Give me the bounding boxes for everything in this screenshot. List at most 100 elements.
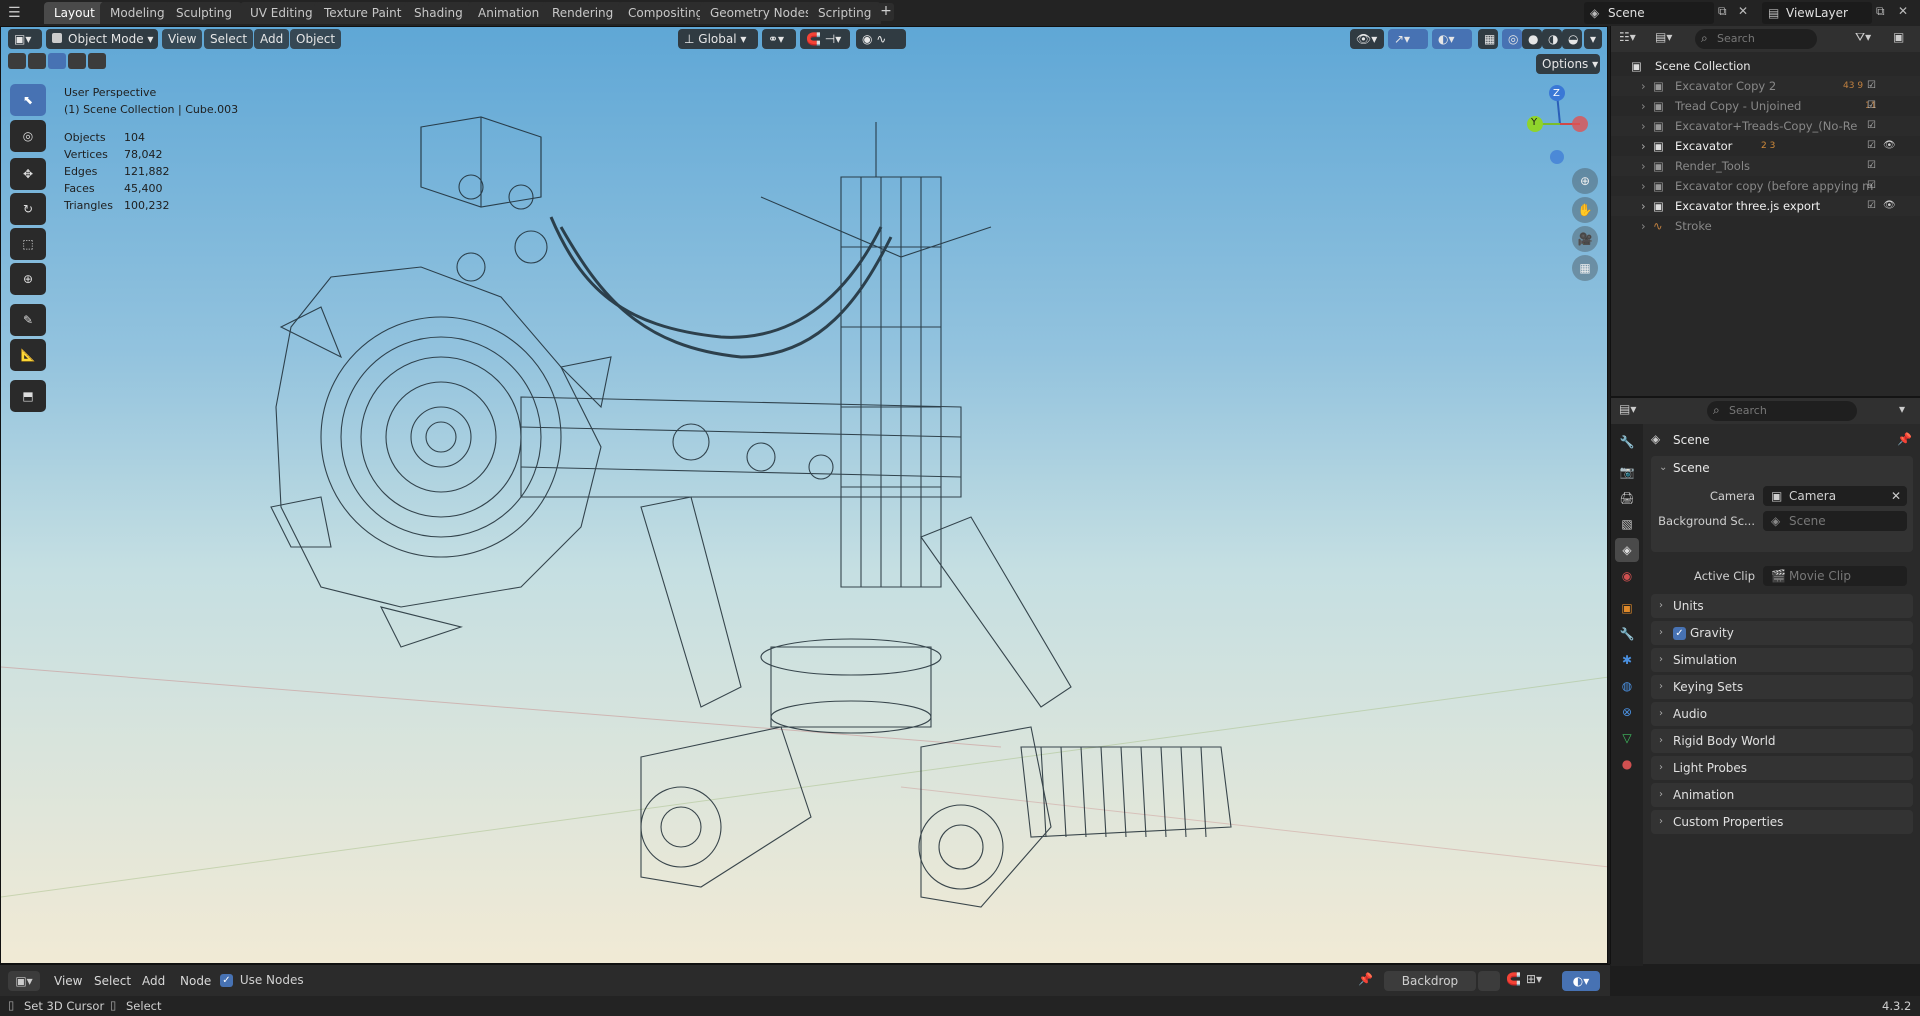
outliner-search[interactable]: ⌕ Search bbox=[1695, 29, 1817, 49]
render-tab-icon[interactable]: 📷 bbox=[1615, 460, 1639, 484]
navigation-gizmo[interactable] bbox=[1520, 84, 1600, 174]
tab-sculpting[interactable]: Sculpting bbox=[166, 2, 243, 24]
use-nodes-toggle[interactable]: ✓ Use Nodes bbox=[220, 973, 304, 987]
filter-icon[interactable]: ⛛▾ bbox=[1855, 30, 1871, 45]
menu-select[interactable]: Select bbox=[204, 29, 254, 49]
viewlayer-selector[interactable]: ▤ ViewLayer bbox=[1762, 2, 1872, 24]
clear-camera-icon[interactable]: ✕ bbox=[1891, 486, 1901, 506]
background-scene-field[interactable]: ◈ Scene bbox=[1763, 511, 1907, 531]
data-tab-icon[interactable]: ▽ bbox=[1615, 726, 1639, 750]
properties-editor-icon[interactable]: ▤▾ bbox=[1619, 402, 1636, 416]
select-box-tool[interactable]: ⬉ bbox=[10, 84, 46, 116]
delete-viewlayer-icon[interactable]: ✕ bbox=[1898, 4, 1916, 18]
modifier-tab-icon[interactable]: 🔧 bbox=[1615, 622, 1639, 646]
3d-viewport[interactable] bbox=[0, 26, 1608, 964]
use-nodes-checkbox[interactable]: ✓ bbox=[220, 974, 233, 987]
shading-wireframe-button[interactable]: ◎ bbox=[1502, 29, 1522, 49]
measure-tool[interactable]: 📐 bbox=[10, 339, 46, 371]
shading-rendered-button[interactable]: ◒ bbox=[1562, 29, 1582, 49]
new-scene-icon[interactable]: ⧉ bbox=[1718, 4, 1736, 22]
physics-tab-icon[interactable]: ◍ bbox=[1615, 674, 1639, 698]
mode-selector[interactable]: Object Mode ▾ bbox=[46, 29, 158, 49]
output-tab-icon[interactable]: 🖨 bbox=[1615, 486, 1639, 510]
material-tab-icon[interactable]: ● bbox=[1615, 752, 1639, 776]
node-editor-type-icon[interactable]: ▣▾ bbox=[8, 971, 40, 991]
panel-units[interactable]: › Units bbox=[1651, 594, 1913, 618]
display-mode-icon[interactable]: ▤▾ bbox=[1655, 30, 1685, 48]
scene-selector[interactable]: ◈ Scene bbox=[1584, 2, 1714, 24]
shading-material-button[interactable]: ◑ bbox=[1542, 29, 1562, 49]
exclude-checkbox-icon[interactable]: ☑ bbox=[1867, 120, 1876, 131]
world-tab-icon[interactable]: ◉ bbox=[1615, 564, 1639, 588]
main-menu-icon[interactable]: ☰ bbox=[8, 5, 24, 21]
pin-icon[interactable]: 📌 bbox=[1358, 972, 1373, 986]
scene-panel-header[interactable]: ⌄ Scene bbox=[1651, 456, 1913, 480]
menu-add[interactable]: Add bbox=[254, 29, 290, 49]
tab-texture-paint[interactable]: Texture Paint bbox=[314, 2, 412, 24]
shading-solid-button[interactable]: ● bbox=[1522, 29, 1542, 49]
exclude-checkbox-icon[interactable]: ☑ bbox=[1867, 140, 1876, 151]
tab-animation[interactable]: Animation bbox=[468, 2, 550, 24]
annotate-tool[interactable]: ✎ bbox=[10, 304, 46, 336]
excavator-wireframe[interactable] bbox=[1, 27, 1608, 964]
ortho-toggle-button[interactable]: ▦ bbox=[1572, 255, 1598, 281]
pin-icon[interactable]: 📌 bbox=[1897, 432, 1912, 446]
exclude-checkbox-icon[interactable]: ☑ bbox=[1867, 100, 1876, 111]
proportional-edit-button[interactable]: ◉ ∿ bbox=[856, 29, 906, 49]
editor-type-button[interactable]: ▣▾ bbox=[8, 29, 42, 49]
delete-scene-icon[interactable]: ✕ bbox=[1738, 4, 1756, 22]
move-tool[interactable]: ✥ bbox=[10, 158, 46, 190]
active-clip-field[interactable]: 🎬 Movie Clip bbox=[1763, 566, 1907, 586]
select-subtract-icon[interactable] bbox=[48, 53, 66, 69]
new-collection-icon[interactable]: ▣ bbox=[1893, 30, 1904, 44]
menu-select[interactable]: Select bbox=[94, 974, 131, 988]
menu-object[interactable]: Object bbox=[290, 29, 342, 49]
menu-node[interactable]: Node bbox=[180, 974, 211, 988]
select-new-icon[interactable] bbox=[8, 53, 26, 69]
exclude-checkbox-icon[interactable]: ☑ bbox=[1867, 160, 1876, 171]
exclude-checkbox-icon[interactable]: ☑ bbox=[1867, 180, 1876, 191]
menu-view[interactable]: View bbox=[54, 974, 82, 988]
backdrop-button[interactable]: Backdrop bbox=[1384, 971, 1476, 991]
constraints-tab-icon[interactable]: ⊗ bbox=[1615, 700, 1639, 724]
panel-keying-sets[interactable]: › Keying Sets bbox=[1651, 675, 1913, 699]
panel-simulation[interactable]: › Simulation bbox=[1651, 648, 1913, 672]
properties-search[interactable]: ⌕ Search bbox=[1707, 401, 1857, 421]
overlays-button[interactable]: ◐▾ bbox=[1432, 29, 1472, 49]
tab-shading[interactable]: Shading bbox=[404, 2, 473, 24]
tab-compositing[interactable]: Compositing bbox=[618, 2, 714, 24]
panel-custom-properties[interactable]: › Custom Properties bbox=[1651, 810, 1913, 834]
exclude-checkbox-icon[interactable]: ☑ bbox=[1867, 200, 1876, 211]
backdrop-channels-button[interactable] bbox=[1478, 971, 1500, 991]
menu-view[interactable]: View bbox=[162, 29, 203, 49]
camera-field[interactable]: ▣ Camera ✕ bbox=[1763, 486, 1907, 506]
panel-audio[interactable]: › Audio bbox=[1651, 702, 1913, 726]
cursor-tool[interactable]: ◎ bbox=[10, 120, 46, 152]
gizmo-toggle-button[interactable]: ↗▾ bbox=[1388, 29, 1428, 49]
overlay-node-button[interactable]: ◐▾ bbox=[1562, 971, 1600, 991]
scale-tool[interactable]: ⬚ bbox=[10, 228, 46, 260]
properties-options-icon[interactable]: ▾ bbox=[1899, 402, 1905, 416]
tab-uv-editing[interactable]: UV Editing bbox=[240, 2, 323, 24]
scene-tab-icon[interactable]: ◈ bbox=[1615, 538, 1639, 562]
particles-tab-icon[interactable]: ✱ bbox=[1615, 648, 1639, 672]
visibility-button[interactable]: 👁▾ bbox=[1350, 29, 1384, 49]
eye-icon[interactable]: 👁 bbox=[1883, 140, 1896, 151]
gravity-checkbox[interactable]: ✓ bbox=[1673, 627, 1686, 640]
tab-rendering[interactable]: Rendering bbox=[542, 2, 624, 24]
snap-button[interactable]: 🧲 ⊣▾ bbox=[800, 29, 850, 49]
zoom-button[interactable]: ⊕ bbox=[1572, 168, 1598, 194]
view-layer-tab-icon[interactable]: ▧ bbox=[1615, 512, 1639, 536]
eye-icon[interactable]: 👁 bbox=[1883, 200, 1896, 211]
panel-gravity[interactable]: › ✓ Gravity bbox=[1651, 621, 1913, 645]
tab-layout[interactable]: Layout bbox=[44, 2, 105, 24]
select-intersect-icon[interactable] bbox=[88, 53, 106, 69]
new-viewlayer-icon[interactable]: ⧉ bbox=[1876, 4, 1894, 19]
shading-options-button[interactable]: ▾ bbox=[1584, 29, 1602, 49]
pan-button[interactable]: ✋ bbox=[1572, 197, 1598, 223]
panel-animation[interactable]: › Animation bbox=[1651, 783, 1913, 807]
camera-view-button[interactable]: 🎥 bbox=[1572, 226, 1598, 252]
rotate-tool[interactable]: ↻ bbox=[10, 193, 46, 225]
scene-collection-row[interactable]: ▣ Scene Collection bbox=[1611, 56, 1920, 76]
menu-add[interactable]: Add bbox=[142, 974, 165, 988]
